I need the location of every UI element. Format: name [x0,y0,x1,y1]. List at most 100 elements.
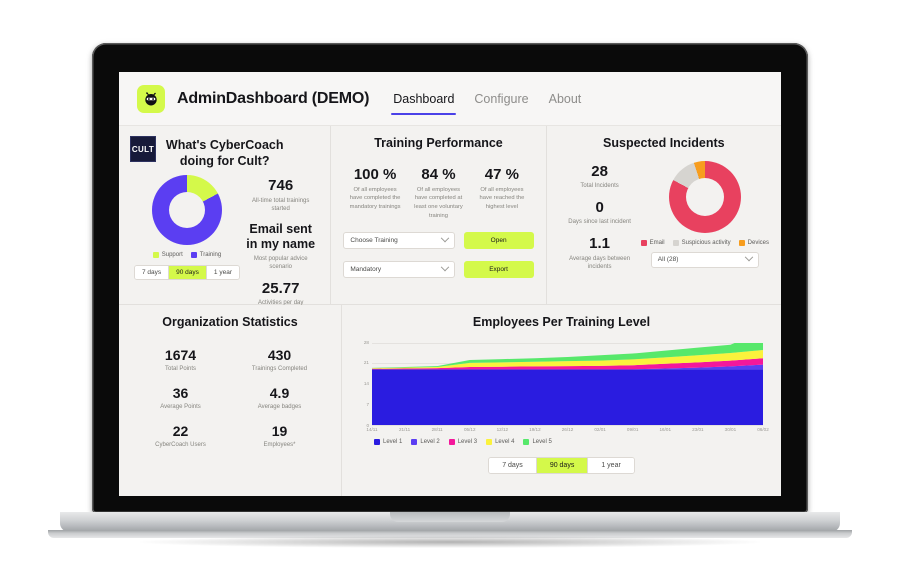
stat-value: 22 [172,422,189,439]
chart-x-tick-label: 16/01 [659,426,672,432]
stat-value-trainings-started: 746 [268,177,294,195]
chart-range-selector-wrap: 7 days 90 days 1 year [354,456,769,474]
incidents-chart-column: Email Suspicious activity Devices All (2… [640,159,769,271]
legend-swatch-icon [672,239,679,246]
chart-legend-item[interactable]: Level 2 [411,438,440,445]
chart-legend-label: Level 1 [383,438,403,445]
organization-stats-grid: 1674 Total Points 430 Trainings Complete… [131,347,329,448]
range-button-1-year[interactable]: 1 year [205,266,239,280]
chart-range-button-90-days[interactable]: 90 days [535,457,588,473]
legend-item-training: Training [190,252,222,259]
chart-x-tick-label: 09/01 [626,426,639,432]
stat-label: Total Points [164,365,197,372]
stat-label-trainings-started: All-time total trainings started [252,197,310,212]
chevron-down-icon [440,233,449,243]
legend-swatch-icon [411,438,418,445]
main-nav: Dashboard Configure About [391,72,583,125]
stat-label-total-incidents: Total Incidents [580,182,619,189]
metric-value: 100 % [353,165,397,183]
chart-x-tick-label: 05/12 [464,426,476,432]
card-suspected-incidents: Suspected Incidents 28 Total Incidents 0… [545,126,781,304]
chart-legend-item[interactable]: Level 3 [448,438,478,445]
stat-cybercoach-users: 22 CyberCoach Users [131,423,230,448]
cybercoach-donut-chart [152,175,222,246]
cybercoach-stats-column: 746 All-time total trainings started Ema… [243,175,318,307]
stat-value-days-since: 0 [595,198,604,216]
incidents-stats-column: 28 Total Incidents 0 Days since last inc… [559,159,641,271]
chart-legend-item[interactable]: Level 1 [374,438,403,445]
chart-series-svg [372,342,763,425]
nav-item-configure[interactable]: Configure [472,72,530,125]
stat-value-avg-days-between: 1.1 [589,235,611,253]
incidents-legend: Email Suspicious activity Devices [640,239,769,246]
chevron-down-icon [440,262,449,272]
chart-legend: Level 1 Level 2 Level 3 Level 4 Level 5 [354,438,769,445]
export-button[interactable]: Export [463,261,534,279]
chart-legend-label: Level 2 [420,438,440,445]
chart-legend-item[interactable]: Level 4 [486,438,515,445]
stat-value: 430 [267,346,292,363]
laptop-shadow [140,536,760,548]
chart-x-tick-label: 23/01 [692,426,704,432]
stat-value: 1674 [164,346,197,363]
chart-range-button-7-days[interactable]: 7 days [489,457,536,473]
stat-value-activities-per-day: 25.77 [261,280,300,298]
stat-value: 36 [172,384,189,401]
legend-swatch-icon [640,239,647,246]
choose-training-select[interactable]: Choose Training [343,232,455,250]
chart-range-button-1-year[interactable]: 1 year [587,457,634,473]
legend-label-training: Training [199,252,222,259]
choose-training-row: Choose Training Open [343,232,534,250]
stat-label: Trainings Completed [251,365,308,372]
open-button[interactable]: Open [463,232,534,250]
dashboard-grid: CULT What's CyberCoach doing for Cult? S… [119,126,781,496]
chart-x-axis: 14/11 21/11 28/11 05/12 12/12 19/12 26/12 02/01… [366,425,768,435]
legend-item-email: Email [640,239,665,246]
select-value: All (28) [657,256,679,264]
stat-average-badges: 4.9 Average badges [230,385,329,410]
card-title-suspected-incidents: Suspected Incidents [603,136,725,150]
range-button-90-days[interactable]: 90 days [168,266,206,280]
laptop-notch [390,512,510,522]
chart-legend-label: Level 3 [457,438,478,445]
cult-logo-text: CULT [131,144,155,154]
metric-description: Of all employees have reached the highes… [479,186,525,210]
incidents-filter-select[interactable]: All (28) [650,251,759,268]
stat-label: Average Points [160,403,201,410]
incidents-donut-chart [668,160,741,233]
card-cybercoach-activity: CULT What's CyberCoach doing for Cult? S… [119,126,331,307]
legend-swatch-icon [152,252,159,259]
stat-label: CyberCoach Users [155,441,206,448]
chart-x-tick-label: 26/12 [561,426,574,432]
mandatory-select[interactable]: Mandatory [343,261,455,279]
chart-range-selector: 7 days 90 days 1 year [488,456,635,474]
legend-swatch-icon [738,239,745,246]
training-level-area-chart: 28 21 14 7 0 [354,340,769,428]
nav-item-about[interactable]: About [547,72,584,125]
legend-label-email: Email [649,239,665,246]
chart-legend-label: Level 4 [495,438,515,445]
card-title-employees-per-training-level: Employees Per Training Level [472,315,651,329]
stat-trainings-completed: 430 Trainings Completed [230,347,329,372]
range-button-7-days[interactable]: 7 days [134,266,169,280]
select-value: Mandatory [350,266,382,274]
card-title-cybercoach: What's CyberCoach doing for Cult? [165,138,284,168]
legend-swatch-icon [486,438,493,445]
cult-brand-logo: CULT [130,136,156,162]
legend-swatch-icon [190,252,197,259]
stat-value: 19 [271,422,288,439]
stat-label-days-since: Days since last incident [568,219,631,226]
metric-description: Of all employees have completed the mand… [349,186,401,210]
stat-value: 4.9 [269,384,290,401]
chart-x-tick-label: 12/12 [496,426,509,432]
legend-label-support: Support [161,252,183,259]
chart-legend-item[interactable]: Level 5 [523,438,552,445]
cybercoach-legend: Support Training [152,252,222,259]
nav-item-dashboard[interactable]: Dashboard [391,72,457,125]
card-organization-statistics: Organization Statistics 1674 Total Point… [119,305,341,496]
chart-x-tick-label: 14/11 [366,426,378,432]
incidents-card-body: 28 Total Incidents 0 Days since last inc… [559,159,769,271]
legend-swatch-icon [523,438,530,445]
card-training-performance: Training Performance 100 % Of all employ… [330,126,546,304]
laptop-screen: AdminDashboard (DEMO) Dashboard Configur… [119,72,781,496]
